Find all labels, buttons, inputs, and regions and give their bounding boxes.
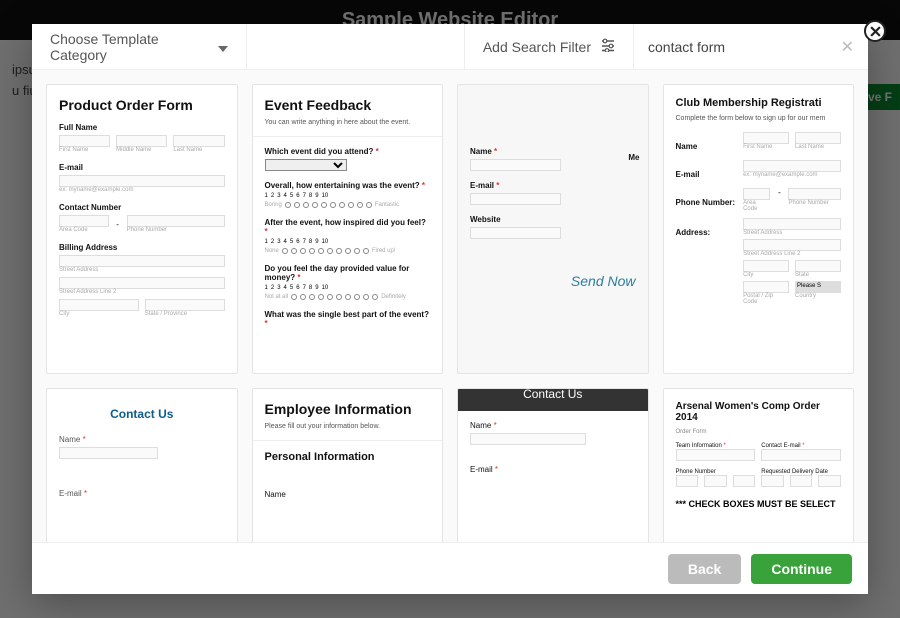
template-card[interactable]: Contact Us Name * E-mail *	[46, 388, 238, 542]
template-gallery: Product Order Form Full Name First Name …	[32, 70, 868, 542]
field-hint: State	[795, 272, 841, 278]
field-label: Name *	[470, 147, 636, 156]
field-label: Website	[470, 215, 636, 224]
field-hint: First Name	[743, 144, 789, 150]
field-label: E-mail *	[59, 489, 225, 498]
field-label: Full Name	[59, 123, 225, 132]
field-label: E-mail	[676, 170, 736, 179]
field-label: Contact Number	[59, 203, 225, 212]
field-hint: ex: myname@example.com	[743, 172, 841, 178]
template-subtitle: Please fill out your information below.	[265, 423, 431, 430]
field-hint: Street Address Line 2	[59, 289, 225, 295]
field-hint: Postal / Zip Code	[743, 293, 789, 305]
field-label: Phone Number:	[676, 198, 736, 207]
field-hint: State / Province	[145, 311, 225, 317]
template-title: Contact Us	[59, 407, 225, 421]
field-label: E-mail *	[470, 181, 636, 190]
field-hint: Area Code	[743, 200, 770, 212]
template-card[interactable]: Event Feedback You can write anything in…	[252, 84, 444, 374]
template-title: Contact Us	[458, 388, 648, 411]
template-card[interactable]: Name * E-mail * Website Me Send Now	[457, 84, 649, 374]
scale-left: Boring	[265, 202, 282, 208]
field-hint: Area Code	[59, 227, 109, 233]
field-hint: Street Address	[59, 267, 225, 273]
field-hint: Last Name	[795, 144, 841, 150]
template-title: Arsenal Women's Comp Order 2014	[676, 401, 842, 423]
template-title: Club Membership Registrati	[676, 97, 842, 109]
select-stub	[265, 159, 348, 171]
field-label: Name *	[470, 421, 636, 430]
field-label: Do you feel the day provided value for m…	[265, 264, 431, 282]
scale-right: Definitely	[381, 294, 406, 300]
filter-sliders-icon	[601, 38, 615, 55]
scale-left: None	[265, 248, 279, 254]
scale-right: Fantastic	[375, 202, 399, 208]
field-hint: ex: myname@example.com	[59, 187, 225, 193]
template-card[interactable]: Club Membership Registrati Complete the …	[663, 84, 855, 374]
toolbar-spacer	[247, 24, 464, 69]
field-label: Which event did you attend? *	[265, 147, 431, 156]
back-button[interactable]: Back	[668, 554, 741, 584]
field-label: Name *	[59, 435, 225, 444]
template-card[interactable]: Arsenal Women's Comp Order 2014 Order Fo…	[663, 388, 855, 542]
field-label: Name	[676, 142, 736, 151]
field-hint: Phone Number	[127, 227, 225, 233]
field-hint: Phone Number	[788, 200, 841, 206]
field-hint: Country	[795, 293, 841, 299]
field-hint: First Name	[59, 147, 110, 153]
category-dropdown[interactable]: Choose Template Category	[32, 24, 247, 69]
send-now-link: Send Now	[571, 273, 636, 289]
scale-left: Not at all	[265, 294, 289, 300]
caret-down-icon	[218, 39, 228, 55]
template-card[interactable]: Contact Us Name * E-mail *	[457, 388, 649, 542]
modal-toolbar: Choose Template Category Add Search Filt…	[32, 24, 868, 70]
field-label: Overall, how entertaining was the event?…	[265, 181, 431, 190]
template-subtitle: Complete the form below to sign up for o…	[676, 115, 842, 122]
field-hint: Last Name	[173, 147, 224, 153]
category-label: Choose Template Category	[50, 31, 210, 63]
template-picker-modal: Choose Template Category Add Search Filt…	[32, 24, 868, 594]
country-select: Please S	[795, 281, 841, 293]
modal-footer: Back Continue	[32, 542, 868, 594]
field-label: After the event, how inspired did you fe…	[265, 218, 431, 236]
field-label: What was the single best part of the eve…	[265, 310, 431, 328]
field-label: Address:	[676, 228, 736, 237]
template-title: Event Feedback	[265, 97, 431, 113]
template-card[interactable]: Employee Information Please fill out you…	[252, 388, 444, 542]
template-title: Employee Information	[265, 401, 431, 417]
field-label: Billing Address	[59, 243, 225, 252]
field-label: Name	[265, 490, 431, 499]
template-card[interactable]: Product Order Form Full Name First Name …	[46, 84, 238, 374]
continue-button[interactable]: Continue	[751, 554, 852, 584]
field-hint: City	[59, 311, 139, 317]
scale-right: Fired up!	[372, 248, 396, 254]
close-icon	[870, 26, 881, 37]
field-hint: Middle Name	[116, 147, 167, 153]
section-heading: Personal Information	[265, 451, 431, 463]
template-subtitle: You can write anything in here about the…	[265, 119, 431, 126]
checkbox-warning: *** CHECK BOXES MUST BE SELECT	[676, 499, 842, 509]
template-subtitle: Order Form	[676, 429, 842, 435]
modal-close-button[interactable]	[864, 20, 886, 42]
field-hint: Street Address	[743, 230, 841, 236]
field-hint: City	[743, 272, 789, 278]
add-filter-label: Add Search Filter	[483, 39, 591, 55]
search-field-wrap: ✕	[633, 24, 868, 69]
template-title: Product Order Form	[59, 97, 225, 113]
field-label: E-mail	[59, 163, 225, 172]
add-search-filter-button[interactable]: Add Search Filter	[464, 24, 633, 69]
clear-search-icon[interactable]: ✕	[841, 37, 854, 57]
field-label: E-mail *	[470, 465, 636, 474]
search-input[interactable]	[648, 39, 841, 55]
field-label: Me	[628, 153, 639, 162]
field-hint: Street Address Line 2	[743, 251, 841, 257]
